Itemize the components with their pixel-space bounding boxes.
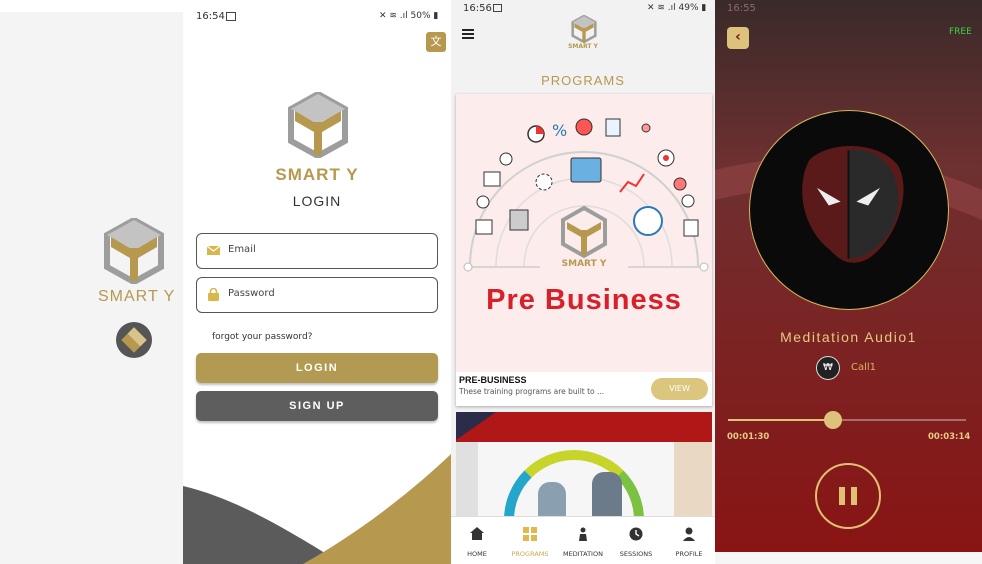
smart-y-logo [571,15,597,43]
program-title: PRE-BUSINESS [459,375,527,385]
status-time: 16:54 [196,11,225,22]
artist-avatar: ₩ [816,356,840,380]
artist-name: Call1 [851,362,877,373]
venom-spiderman-artwork [802,146,904,263]
nav-programs[interactable]: PROGRAMS [504,519,556,564]
gallery-icon [226,12,236,21]
track-title: Meditation Audio1 [780,329,917,345]
nav-label: SESSIONS [619,550,653,558]
status-icons: ✕ ≋ .ıl 50% ▮ [379,11,439,21]
program-card[interactable] [456,412,712,520]
signup-button[interactable]: SIGN UP [196,391,438,421]
pause-button[interactable] [815,463,881,529]
nav-meditation[interactable]: MEDITATION [557,519,609,564]
program-description: These training programs are built to ... [459,387,605,396]
audio-player-screen: 16:55 ‹ FREE Meditation Audio1 ₩ Call1 0… [715,0,982,552]
mail-icon [207,245,220,255]
login-screen: 16:54 ✕ ≋ .ıl 50% ▮ 文 SMART Y LOGIN Emai… [183,0,451,564]
total-time: 00:03:14 [928,432,971,442]
programs-screen: 16:56 ✕ ≋ .ıl 49% ▮ SMART Y PROGRAMS % S… [451,0,715,564]
nav-sessions[interactable]: SESSIONS [610,519,662,564]
back-button[interactable]: ‹ [727,27,749,49]
menu-icon[interactable] [462,29,474,39]
lock-icon [208,288,219,301]
nav-label: PROGRAMS [511,550,549,558]
status-time: 16:55 [727,3,756,14]
status-bar [0,0,183,12]
loading-spinner [116,322,152,358]
splash-screen: SMART Y [0,0,183,564]
elapsed-time: 00:01:30 [727,432,770,442]
profile-icon [683,527,695,541]
album-art [749,110,949,310]
pause-icon [839,487,845,505]
banner-title: Pre Business [486,284,682,316]
nav-profile[interactable]: PROFILE [663,519,715,564]
clock-icon [629,527,643,541]
password-placeholder: Password [228,288,275,299]
nav-home[interactable]: HOME [451,519,503,564]
program-card[interactable]: % SMART Y Pre Business PRE-BUSINESS Thes… [456,94,712,406]
banner-brand: SMART Y [561,259,607,269]
brand-text: SMART Y [98,288,176,305]
home-icon [470,527,484,540]
decorative-wave [183,454,451,564]
translate-icon[interactable]: 文 [426,32,446,52]
smart-y-logo [288,92,348,158]
brand-text: SMART Y [275,165,359,184]
password-field[interactable]: Password [196,277,438,313]
business-icons-illustration: % [463,118,709,272]
nav-label: HOME [467,550,487,558]
page-title: LOGIN [292,193,342,209]
nav-label: PROFILE [675,550,703,558]
login-button[interactable]: LOGIN [196,353,438,383]
progress-track[interactable] [728,419,966,421]
logo-text: SMART Y [568,43,598,50]
grid-icon [523,527,537,541]
meditation-icon [579,527,587,541]
gallery-icon [493,4,502,12]
svg-text:%: % [552,121,567,140]
smart-y-logo [104,218,164,284]
pause-icon [851,487,857,505]
program-banner: % SMART Y Pre Business [456,94,712,372]
view-button[interactable]: VIEW [651,378,708,400]
progress-thumb[interactable] [823,411,842,429]
nav-label: MEDITATION [563,550,603,558]
section-title: PROGRAMS [541,73,625,88]
status-icons: ✕ ≋ .ıl 49% ▮ [647,3,707,13]
email-placeholder: Email [228,244,256,255]
bottom-nav: HOME PROGRAMS MEDITATION SESSIONS PROFIL… [451,516,715,564]
forgot-password-link[interactable]: forgot your password? [212,332,312,342]
status-time: 16:56 [463,3,492,14]
free-badge: FREE [949,27,972,37]
email-field[interactable]: Email [196,233,438,269]
chevron-left-icon: ‹ [735,29,741,45]
